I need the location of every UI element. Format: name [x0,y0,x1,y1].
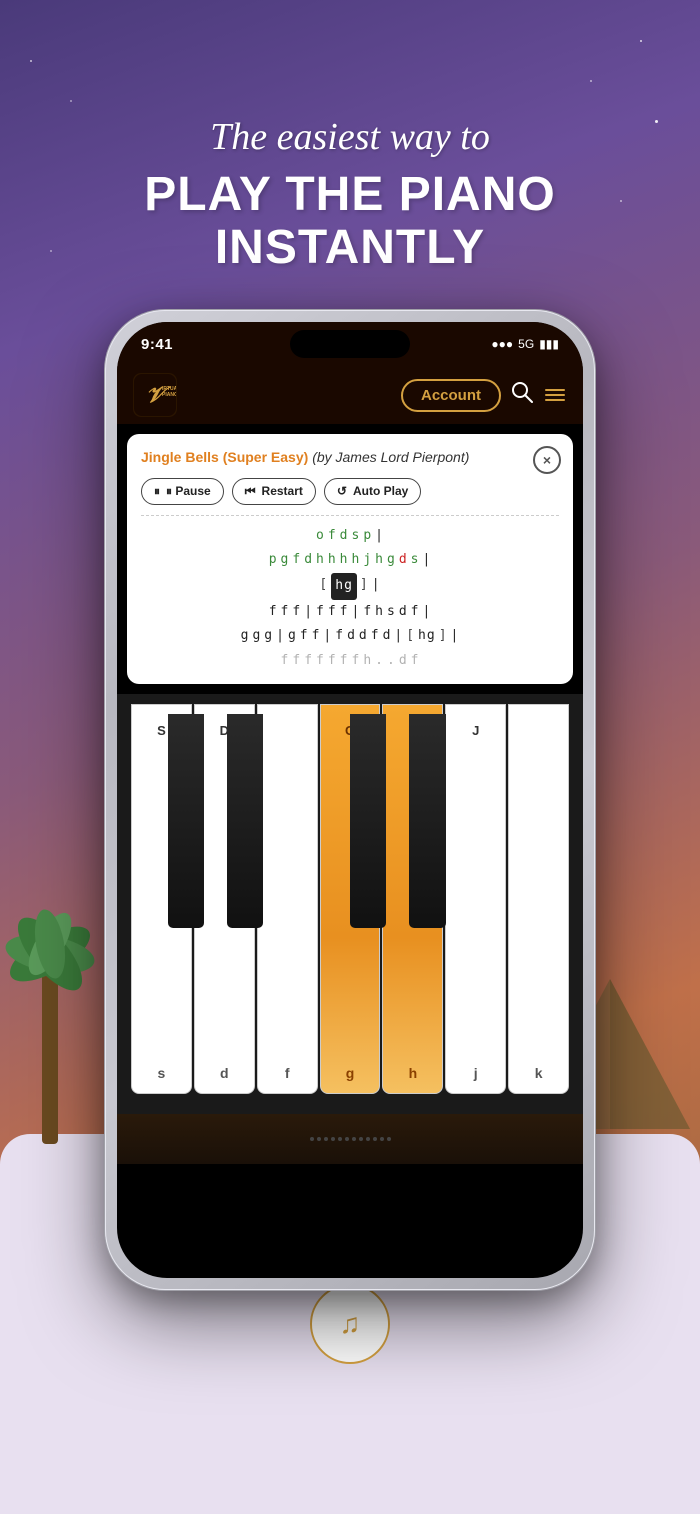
black-keys-overlay [122,704,578,1094]
black-key-2[interactable] [227,714,263,929]
app-header: 𝒱 IRTUAL PIANO Account [117,366,583,424]
logo-svg: 𝒱 IRTUAL PIANO [134,374,176,416]
restart-icon: ⏮ [245,484,256,499]
logo-area: 𝒱 IRTUAL PIANO [133,373,177,417]
signal-icon: ●●● [491,337,513,351]
pause-button[interactable]: ⏸ ⏸ Pause [141,478,224,505]
palm-tree-left [0,884,100,1144]
black-key-3[interactable] [350,714,386,929]
song-title-sub: (by James Lord Pierpont) [312,449,469,465]
phone-mockup: 9:41 ●●● 5G ▮▮▮ 𝒱 IRTUAL PIANO [105,310,595,1290]
autoplay-button[interactable]: ↺ Auto Play [324,478,421,505]
menu-line-2 [545,394,565,396]
note-row-2: p g f d h h h h j h g d s | [141,548,559,573]
note-row-5: g g g | g f f | f d d f d | [ [141,624,559,649]
piano-area: S s D d f [117,694,583,1114]
pause-icon: ⏸ [154,484,160,499]
phone-screen: 9:41 ●●● 5G ▮▮▮ 𝒱 IRTUAL PIANO [117,322,583,1278]
close-button[interactable]: × [533,446,561,474]
piano-keys: S s D d f [117,704,583,1094]
song-title-main: Jingle Bells (Super Easy) [141,449,308,465]
status-icons: ●●● 5G ▮▮▮ [491,337,559,351]
autoplay-icon: ↺ [337,484,347,498]
network-type: 5G [518,337,534,351]
battery-icon: ▮▮▮ [539,337,559,351]
black-key-1[interactable] [168,714,204,929]
search-icon[interactable] [511,381,533,409]
headline-line1: The easiest way to [210,115,490,161]
phone-outer: 9:41 ●●● 5G ▮▮▮ 𝒱 IRTUAL PIANO [105,310,595,1290]
note-row-3: [ hg ] | [141,573,559,600]
headline-line2: PLAY THE PIANO INSTANTLY [144,169,555,275]
headline-section: The easiest way to PLAY THE PIANO INSTAN… [0,0,700,360]
svg-text:PIANO: PIANO [162,392,176,398]
sheet-title: Jingle Bells (Super Easy) (by James Lord… [141,448,559,468]
status-time: 9:41 [141,336,173,353]
note-row-4: f f f | f f f | f h s d f | [141,600,559,625]
sheet-music-panel: Jingle Bells (Super Easy) (by James Lord… [127,434,573,684]
header-right: Account [401,379,567,412]
menu-line-3 [545,399,565,401]
account-button[interactable]: Account [401,379,501,412]
music-note-button[interactable]: ♫ [310,1284,390,1364]
status-bar: 9:41 ●●● 5G ▮▮▮ [117,322,583,366]
restart-button[interactable]: ⏮ Restart [232,478,316,505]
menu-icon[interactable] [543,389,567,401]
logo-icon: 𝒱 IRTUAL PIANO [133,373,177,417]
controls-row: ⏸ ⏸ Pause ⏮ Restart ↺ Auto Play [141,478,559,505]
black-key-4[interactable] [409,714,445,929]
note-row-6: f f f f f f f h . . d f [141,649,559,674]
piano-bottom-bar [117,1114,583,1164]
piano-dots-row [310,1137,391,1141]
sheet-notes: o f d s p | p g f d h h [141,515,559,674]
dynamic-island [290,330,410,358]
note-row-1: o f d s p | [141,524,559,549]
menu-line-1 [545,389,565,391]
music-note-icon: ♫ [340,1308,361,1340]
